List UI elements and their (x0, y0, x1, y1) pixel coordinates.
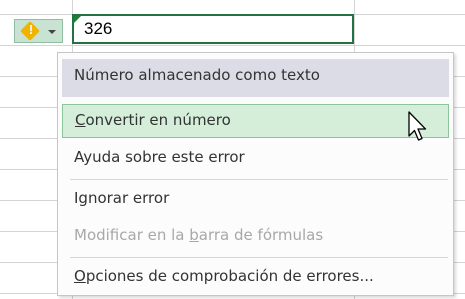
menu-separator (70, 257, 448, 258)
error-options-menu: Número almacenado como texto Convertir e… (57, 52, 454, 296)
row-line (0, 45, 465, 46)
menu-item-label: Ayuda sobre este error (74, 148, 245, 166)
menu-item-help-on-error[interactable]: Ayuda sobre este error (62, 141, 449, 175)
mouse-pointer-icon (408, 111, 427, 141)
warning-mark: ! (28, 22, 34, 37)
menu-item-label: Modificar en la barra de fórmulas (74, 226, 324, 244)
menu-item-error-checking-options[interactable]: Opciones de comprobación de errores... (62, 260, 449, 294)
menu-item-convert-to-number[interactable]: Convertir en número (62, 104, 449, 138)
menu-header: Número almacenado como texto (62, 59, 449, 97)
error-smart-tag-button[interactable]: ! (14, 19, 63, 43)
menu-item-edit-in-formula-bar: Modificar en la barra de fórmulas (62, 219, 449, 253)
cell-value: 326 (84, 19, 113, 38)
menu-item-ignore-error[interactable]: Ignorar error (62, 182, 449, 216)
menu-header-label: Número almacenado como texto (74, 66, 320, 84)
menu-item-label: Opciones de comprobación de errores... (74, 267, 374, 285)
active-cell[interactable]: 326 (72, 14, 354, 44)
error-indicator-triangle (74, 16, 81, 23)
chevron-down-icon (48, 30, 56, 34)
menu-item-label: Ignorar error (74, 189, 170, 207)
menu-separator (70, 179, 448, 180)
menu-item-label: Convertir en número (75, 111, 231, 129)
